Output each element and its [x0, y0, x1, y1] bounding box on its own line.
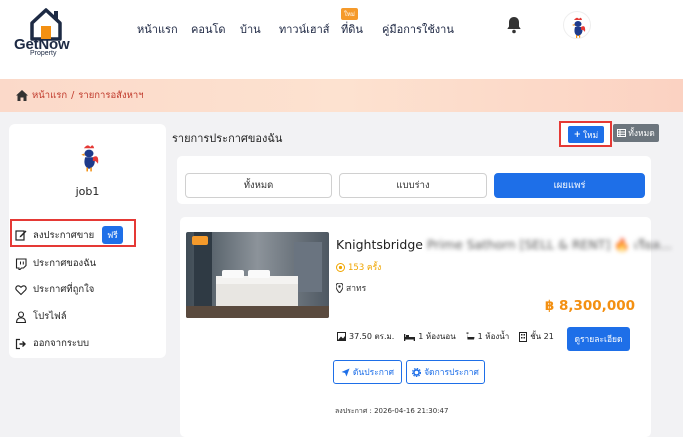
nav-guide[interactable]: คู่มือการใช้งาน	[382, 20, 454, 38]
listing-title[interactable]: Knightsbridge Prime Sathorn [SELL & RENT…	[336, 235, 672, 255]
plus-icon: +	[573, 129, 581, 140]
sidebar-item-my-listings[interactable]: ประกาศของฉัน	[15, 256, 96, 271]
new-listing-button[interactable]: + ใหม่	[568, 126, 604, 143]
sidebar: job1 ลงประกาศขาย ฟรี ประกาศของฉัน ประกาศ…	[9, 124, 166, 358]
all-listings-label: ทั้งหมด	[628, 129, 655, 139]
sidebar-item-label: ประกาศที่ถูกใจ	[33, 284, 95, 295]
all-listings-button[interactable]: ทั้งหมด	[613, 124, 659, 142]
nav-townhouse[interactable]: ทาวน์เฮาส์	[279, 20, 330, 38]
user-avatar[interactable]	[563, 11, 591, 39]
nav-condo[interactable]: คอนโด	[191, 20, 226, 38]
free-badge: ฟรี	[102, 226, 123, 244]
listing-thumbnail[interactable]	[186, 232, 329, 318]
bath-icon	[466, 332, 475, 340]
logout-icon	[15, 338, 26, 349]
listing-title-blurred: Prime Sathorn [SELL & RENT] 🔥 เรียล...	[426, 237, 672, 252]
location-text: สาทร	[346, 284, 367, 294]
logo-subtitle: Property	[30, 50, 57, 57]
gear-icon	[412, 367, 422, 377]
status-tabs-panel: ทั้งหมด แบบร่าง เผยแพร่	[177, 156, 651, 204]
listing-card: Knightsbridge Prime Sathorn [SELL & RENT…	[180, 217, 672, 437]
rooster-avatar-icon	[81, 145, 99, 172]
image-icon	[337, 332, 346, 341]
breadcrumb-home[interactable]: หน้าแรก	[32, 88, 67, 103]
manage-listing-button[interactable]: จัดการประกาศ	[406, 360, 485, 384]
view-details-button[interactable]: ดูรายละเอียด	[567, 327, 630, 351]
tab-published[interactable]: เผยแพร่	[494, 173, 645, 198]
building-icon	[519, 331, 528, 342]
listing-specs: 37.50 ตร.ม. 1 ห้องนอน 1 ห้องน้ำ ชั้น 21	[337, 330, 554, 343]
table-icon	[617, 129, 627, 137]
bedroom-photo-image	[186, 232, 329, 318]
heart-icon	[15, 284, 27, 295]
edit-icon	[15, 230, 27, 241]
highlight-box-new: + ใหม่	[559, 121, 612, 147]
sidebar-item-post-for-sale[interactable]: ลงประกาศขาย ฟรี	[15, 226, 123, 244]
nav-house[interactable]: บ้าน	[240, 20, 261, 38]
location: สาทร	[336, 281, 366, 295]
area-spec: 37.50 ตร.ม.	[337, 330, 394, 343]
floor-spec: ชั้น 21	[519, 330, 554, 343]
bell-icon[interactable]	[506, 16, 522, 34]
tab-all[interactable]: ทั้งหมด	[185, 173, 332, 198]
rooster-icon	[572, 17, 586, 38]
boost-listing-button[interactable]: ดันประกาศ	[333, 360, 402, 384]
paper-plane-icon	[341, 368, 350, 376]
view-count: 153 ครั้ง	[336, 260, 381, 274]
bedroom-spec: 1 ห้องนอน	[404, 330, 456, 343]
sidebar-item-profile[interactable]: โปรไฟล์	[15, 309, 67, 324]
top-navbar: GetNow Property หน้าแรก คอนโด บ้าน ทาวน์…	[0, 0, 683, 79]
breadcrumb: หน้าแรก / รายการอสังหาฯ	[16, 88, 144, 103]
bathroom-spec: 1 ห้องน้ำ	[466, 330, 509, 343]
sidebar-username: job1	[75, 185, 100, 198]
eye-icon	[336, 262, 345, 272]
breadcrumb-current: รายการอสังหาฯ	[78, 90, 144, 101]
sidebar-item-label: ลงประกาศขาย	[33, 229, 95, 241]
thumbnail-tag	[192, 236, 208, 245]
page-title: รายการประกาศของฉัน	[172, 132, 283, 145]
map-pin-icon	[336, 283, 343, 293]
nav-home[interactable]: หน้าแรก	[137, 20, 178, 38]
sidebar-item-favorites[interactable]: ประกาศที่ถูกใจ	[15, 282, 94, 297]
listing-title-visible: Knightsbridge	[336, 237, 423, 252]
sidebar-item-label: ประกาศของฉัน	[33, 258, 97, 269]
sidebar-item-label: โปรไฟล์	[33, 311, 67, 322]
bed-icon	[404, 333, 416, 341]
breadcrumb-bar: หน้าแรก / รายการอสังหาฯ	[0, 79, 683, 112]
new-listing-label: ใหม่	[582, 130, 599, 141]
sidebar-item-label: ออกจากระบบ	[33, 338, 90, 349]
nav-land[interactable]: ที่ดิน	[341, 20, 363, 38]
twitch-icon	[15, 257, 27, 270]
view-count-text: 153 ครั้ง	[348, 263, 382, 273]
posted-date: ลงประกาศ : 2026-04-16 21:30:47	[335, 407, 449, 415]
listing-price: ฿ 8,300,000	[544, 298, 635, 314]
breadcrumb-separator: /	[71, 90, 75, 101]
sidebar-item-logout[interactable]: ออกจากระบบ	[15, 336, 89, 351]
user-icon	[15, 310, 27, 323]
new-badge: ใหม่	[341, 8, 358, 20]
home-icon	[16, 90, 28, 101]
tab-draft[interactable]: แบบร่าง	[339, 173, 487, 198]
